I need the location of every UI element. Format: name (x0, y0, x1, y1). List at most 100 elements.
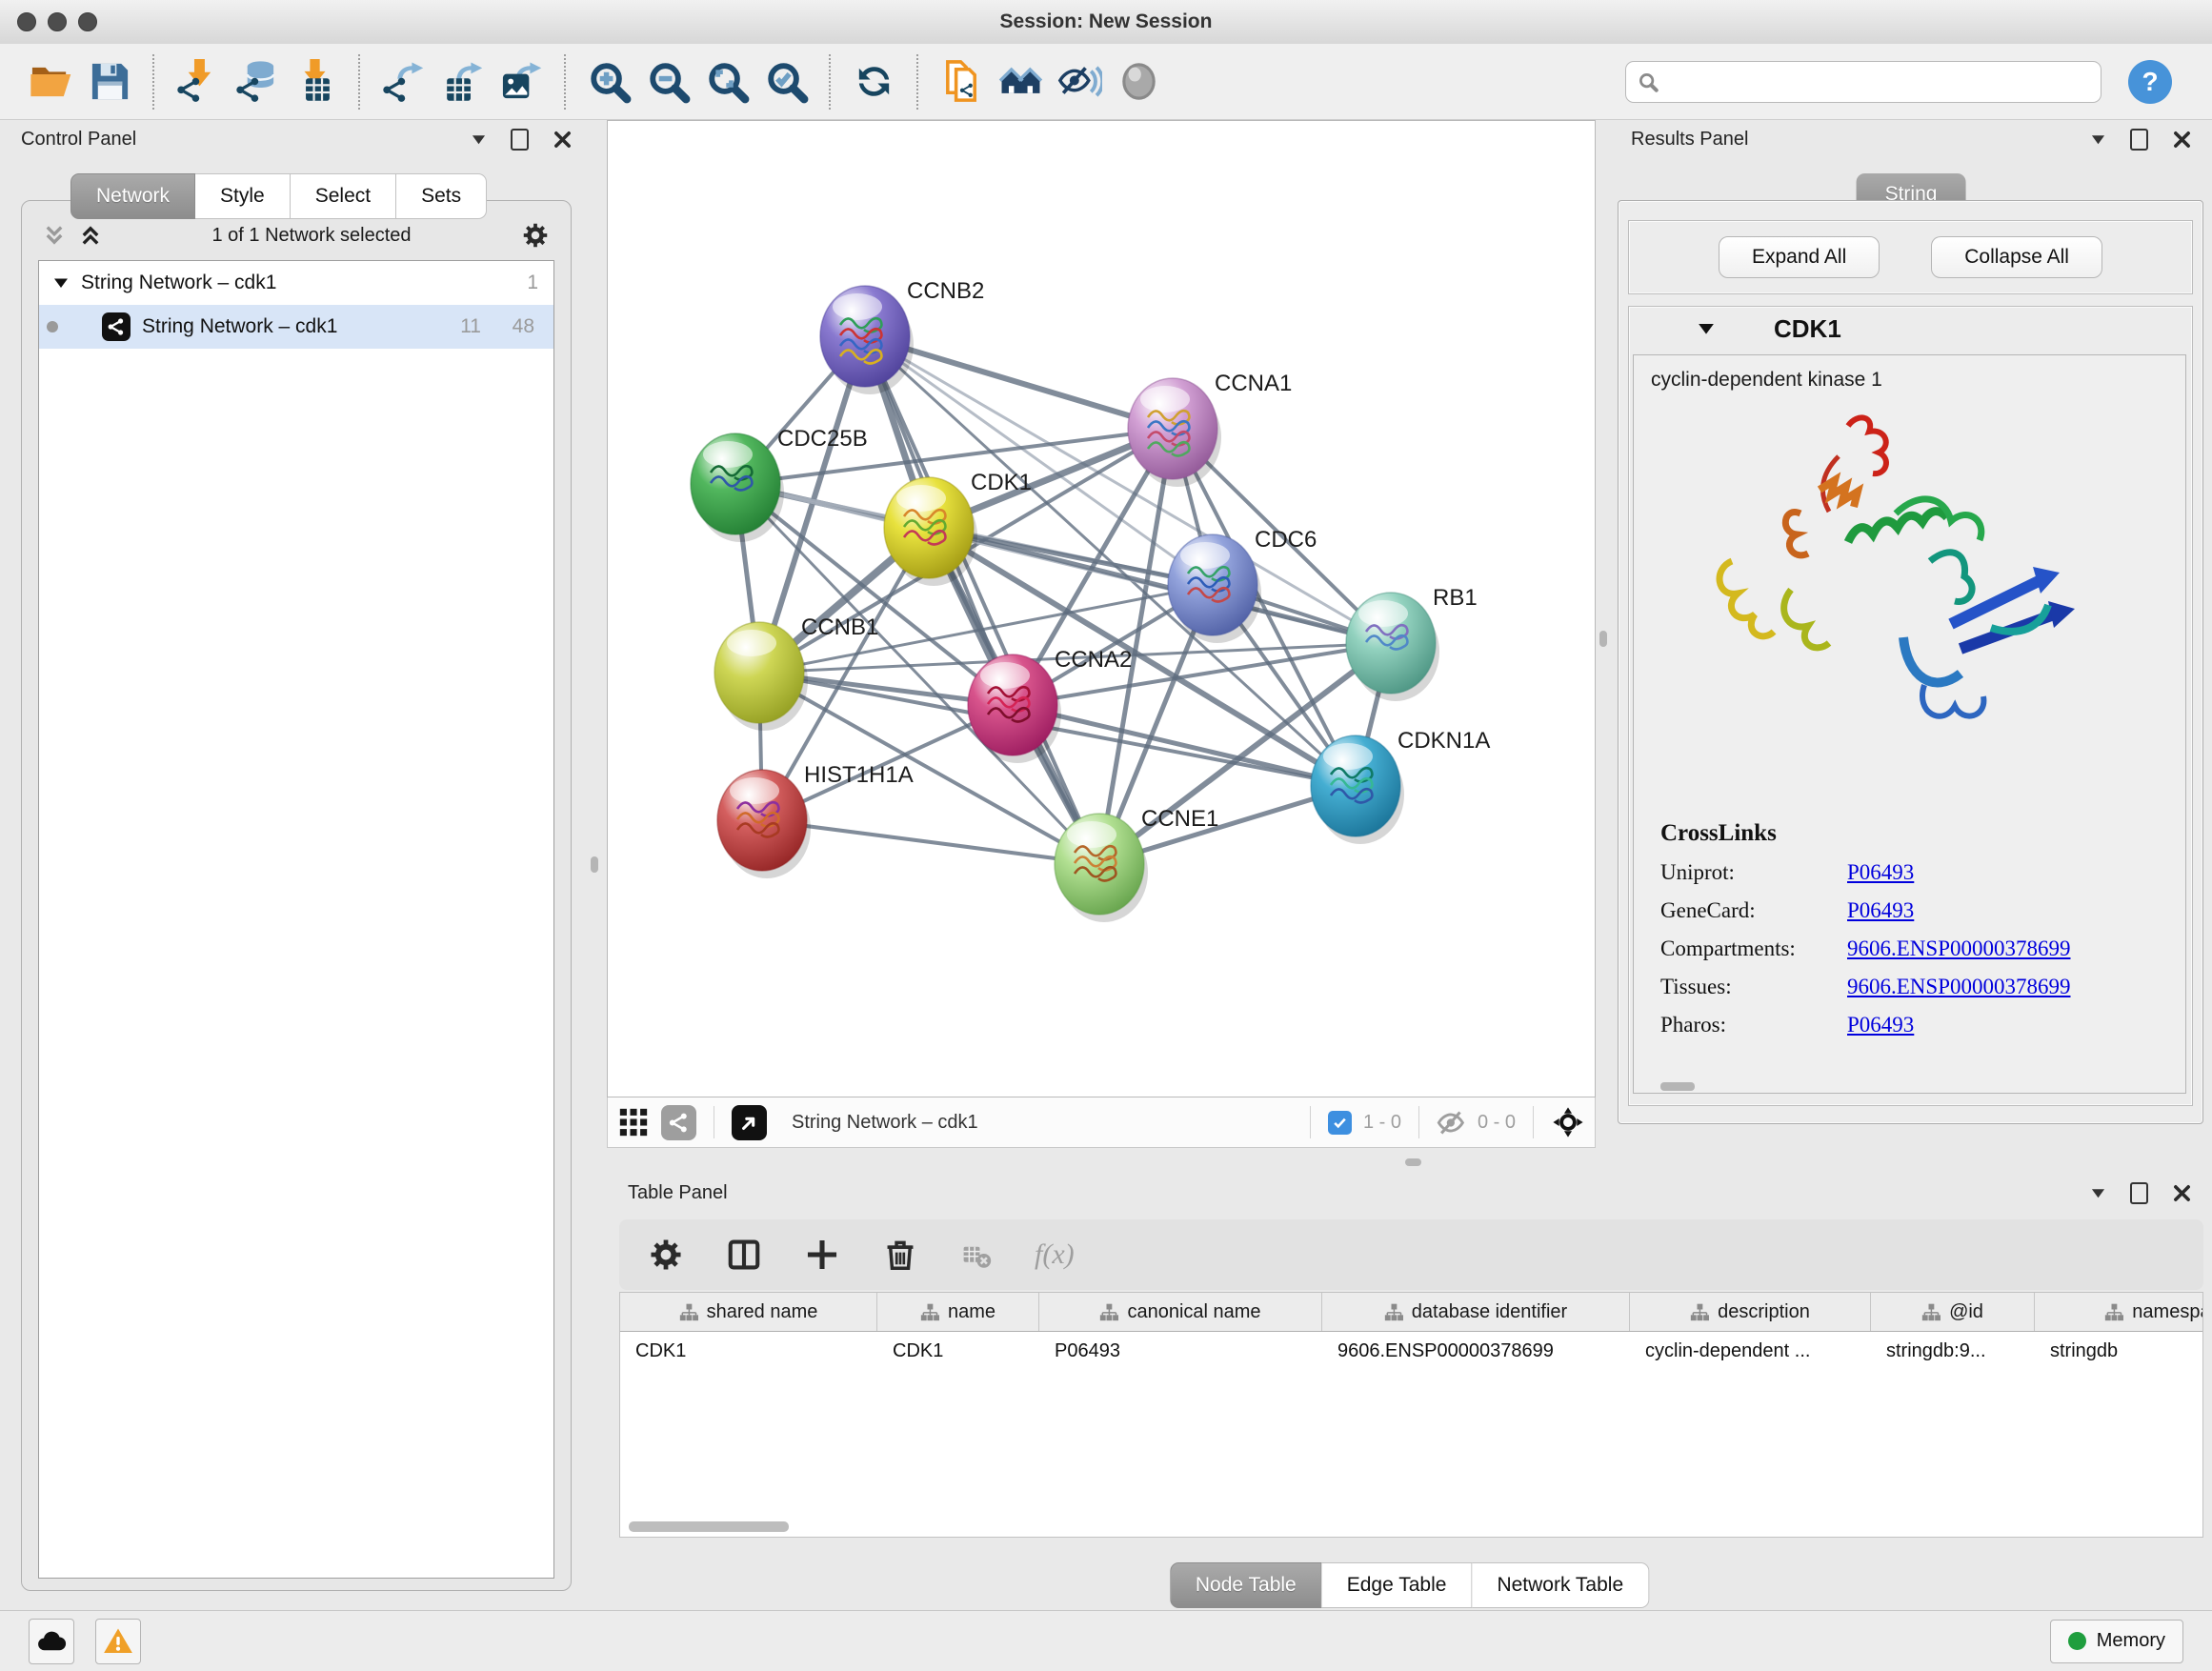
column-header[interactable]: shared name (620, 1293, 877, 1331)
cell-shared-name[interactable]: CDK1 (620, 1332, 877, 1370)
panel-menu-icon[interactable] (472, 132, 486, 147)
selected-checkbox-icon[interactable] (1328, 1111, 1352, 1135)
node-CCNB1[interactable]: CCNB1 (714, 614, 878, 731)
tab-network-table[interactable]: Network Table (1472, 1562, 1649, 1608)
column-header[interactable]: database identifier (1322, 1293, 1630, 1331)
export-network-button[interactable] (373, 50, 432, 113)
edge-HIST1H1A-CCNE1[interactable] (762, 820, 1099, 864)
cell-name[interactable]: CDK1 (877, 1332, 1039, 1370)
node-HIST1H1A[interactable]: HIST1H1A (717, 762, 914, 878)
show-columns-icon[interactable] (726, 1237, 762, 1273)
tab-sets[interactable]: Sets (396, 173, 487, 219)
tab-network[interactable]: Network (70, 173, 195, 219)
cell-description[interactable]: cyclin-dependent ... (1630, 1332, 1871, 1370)
search-input[interactable] (1625, 61, 2101, 103)
splitter-handle-right[interactable] (1599, 631, 1607, 647)
open-session-button[interactable] (21, 50, 80, 113)
column-header[interactable]: @id (1871, 1293, 2035, 1331)
expand-all-button[interactable]: Expand All (1719, 236, 1880, 278)
crosshair-icon[interactable] (1551, 1105, 1585, 1139)
zoom-selected-button[interactable] (756, 50, 815, 113)
node-CCNB2[interactable]: CCNB2 (820, 278, 984, 394)
network-share-icon[interactable] (661, 1105, 696, 1140)
zoom-in-button[interactable] (579, 50, 638, 113)
cell-canonical-name[interactable]: P06493 (1039, 1332, 1322, 1370)
expand-all-icon[interactable] (79, 224, 102, 247)
panel-menu-icon[interactable] (2091, 1186, 2105, 1200)
network-collection-row[interactable]: String Network – cdk1 1 (39, 261, 553, 305)
crosslinks-title: CrossLinks (1660, 820, 2185, 847)
node-CDK1[interactable]: CDK1 (884, 470, 1032, 586)
panel-float-icon[interactable] (2130, 129, 2148, 151)
hide-selected-button[interactable] (1050, 50, 1109, 113)
grid-view-icon[interactable] (617, 1106, 650, 1138)
panel-float-icon[interactable] (2130, 1182, 2148, 1204)
crosslink-pharos[interactable]: P06493 (1847, 1013, 1914, 1037)
tab-node-table[interactable]: Node Table (1170, 1562, 1322, 1608)
show-all-button[interactable] (1109, 50, 1168, 113)
import-network-database-button[interactable] (227, 50, 286, 113)
home-button[interactable] (991, 50, 1050, 113)
import-database-icon (234, 59, 279, 104)
column-header[interactable]: canonical name (1039, 1293, 1322, 1331)
inner-scrollbar-thumb[interactable] (1660, 1082, 1695, 1091)
export-table-button[interactable] (432, 50, 492, 113)
import-network-file-button[interactable] (168, 50, 227, 113)
cell-database-identifier[interactable]: 9606.ENSP00000378699 (1322, 1332, 1630, 1370)
cell-id[interactable]: stringdb:9... (1871, 1332, 2035, 1370)
import-table-button[interactable] (286, 50, 345, 113)
node-CDC25B[interactable]: CDC25B (691, 426, 868, 542)
crosslink-compartments[interactable]: 9606.ENSP00000378699 (1847, 936, 2071, 961)
splitter-handle-left[interactable] (591, 856, 598, 873)
node-CCNE1[interactable]: CCNE1 (1055, 806, 1218, 922)
zoom-fit-button[interactable] (697, 50, 756, 113)
panel-menu-icon[interactable] (2091, 132, 2105, 147)
node-label-CCNE1: CCNE1 (1141, 806, 1218, 832)
panel-close-icon[interactable] (553, 131, 572, 149)
panel-close-icon[interactable] (2173, 1184, 2191, 1202)
add-column-icon[interactable] (804, 1237, 840, 1273)
column-header[interactable]: name (877, 1293, 1039, 1331)
table-row[interactable]: CDK1 CDK1 P06493 9606.ENSP00000378699 cy… (620, 1332, 2202, 1370)
refresh-view-button[interactable] (844, 50, 903, 113)
node-RB1[interactable]: RB1 (1346, 585, 1478, 701)
memory-button[interactable]: Memory (2050, 1620, 2183, 1663)
tab-edge-table[interactable]: Edge Table (1322, 1562, 1473, 1608)
panel-close-icon[interactable] (2173, 131, 2191, 149)
column-header[interactable]: namespace (2035, 1293, 2203, 1331)
cell-namespace[interactable]: stringdb (2035, 1332, 2203, 1370)
node-CDC6[interactable]: CDC6 (1168, 527, 1317, 643)
tab-select[interactable]: Select (291, 173, 396, 219)
birdseye-view-icon[interactable] (732, 1105, 767, 1140)
node-CCNA1[interactable]: CCNA1 (1128, 371, 1292, 487)
network-canvas[interactable]: CCNB2 CCNA1 CDC25BCDK1 CDC6RB1 CCNB1 CCNA2 CDK… (607, 120, 1596, 1097)
horizontal-scrollbar-thumb[interactable] (629, 1521, 789, 1532)
gear-icon[interactable] (521, 221, 550, 250)
collapse-all-icon[interactable] (43, 224, 66, 247)
node-CCNA2[interactable]: CCNA2 (968, 647, 1132, 763)
warning-status-button[interactable] (95, 1619, 141, 1664)
column-header[interactable]: description (1630, 1293, 1871, 1331)
cloud-status-button[interactable] (29, 1619, 74, 1664)
network-selection-status: 1 of 1 Network selected (115, 225, 508, 247)
network-row[interactable]: String Network – cdk1 11 48 (39, 305, 553, 349)
edge-CCNA2-CDKN1A[interactable] (1013, 705, 1356, 786)
export-image-button[interactable] (492, 50, 551, 113)
crosslink-genecard[interactable]: P06493 (1847, 898, 1914, 923)
table-settings-gear-icon[interactable] (648, 1237, 684, 1273)
save-session-button[interactable] (80, 50, 139, 113)
panel-float-icon[interactable] (511, 129, 529, 151)
tab-style[interactable]: Style (195, 173, 291, 219)
help-button[interactable]: ? (2128, 60, 2172, 104)
network-view-toolbar: String Network – cdk1 1 - 0 0 - 0 (607, 1097, 1596, 1148)
tree-expander-icon[interactable] (53, 275, 69, 291)
delete-column-icon[interactable] (882, 1237, 918, 1273)
collapse-all-button[interactable]: Collapse All (1931, 236, 2102, 278)
zoom-out-button[interactable] (638, 50, 697, 113)
crosslink-uniprot[interactable]: P06493 (1847, 860, 1914, 885)
splitter-handle-bottom[interactable] (1405, 1158, 1421, 1166)
share-document-button[interactable] (932, 50, 991, 113)
node-CDKN1A[interactable]: CDKN1A (1311, 728, 1490, 844)
entry-expander-icon[interactable] (1698, 320, 1715, 337)
crosslink-tissues[interactable]: 9606.ENSP00000378699 (1847, 975, 2071, 999)
